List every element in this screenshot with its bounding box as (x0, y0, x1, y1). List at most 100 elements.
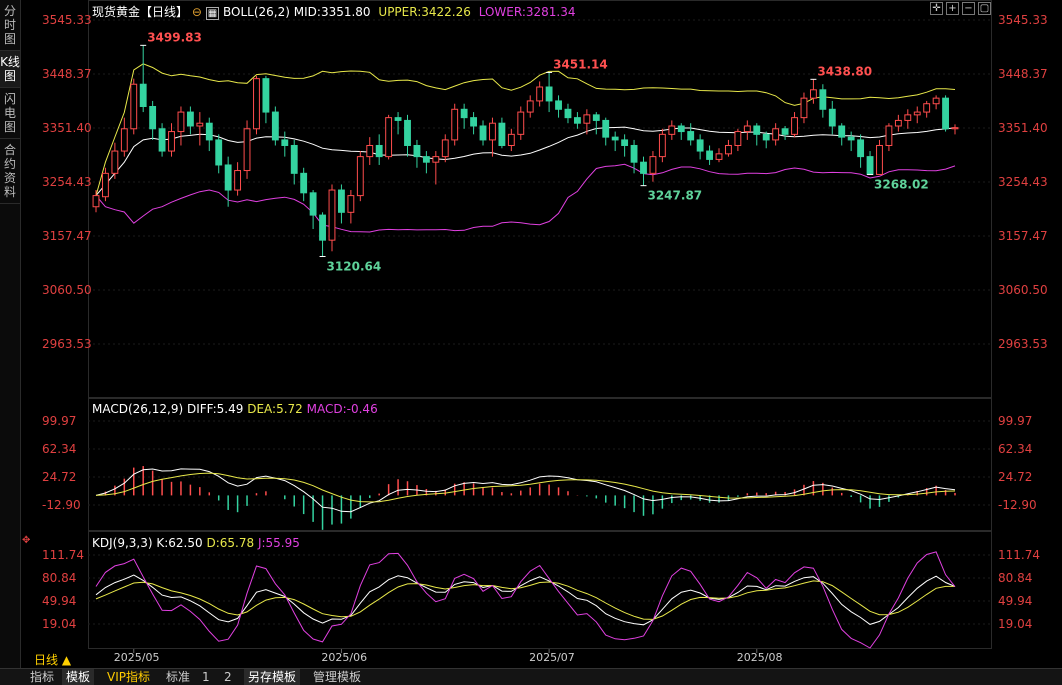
candle-body (460, 108, 468, 119)
candle-body (470, 117, 478, 127)
candle-body (951, 127, 959, 130)
kdj-axis-label-left: 111.74 (42, 548, 84, 562)
candle-body (932, 97, 940, 105)
boll-mid: MID:3351.80 (293, 5, 371, 19)
candle-body (224, 164, 232, 191)
price-axis-label-right: 3351.40 (998, 121, 1048, 135)
candle-body (640, 161, 647, 174)
price-axis-label-left: 3545.33 (42, 13, 92, 27)
kdj-j: J:55.95 (257, 536, 300, 550)
month-label: 2025/05 (114, 651, 160, 664)
kdj-settings-icon[interactable]: ✥ (22, 535, 30, 546)
candle-body (149, 106, 157, 130)
tab-manage-template[interactable]: 管理模板 (309, 669, 365, 685)
macd-axis-label-right: 99.97 (998, 414, 1032, 428)
candle-body (309, 192, 317, 216)
candle-body (904, 114, 912, 121)
kline-chart[interactable]: 3545.33 3545.33 3448.37 3448.37 3351.40 3351.… (0, 0, 1062, 668)
candle-body (271, 111, 279, 141)
macd-axis-label-right: 24.72 (998, 470, 1032, 484)
candle-body (498, 122, 506, 146)
candle-body (338, 189, 345, 213)
candle-body (422, 156, 430, 163)
zoom-out-icon[interactable]: − (962, 2, 975, 15)
price-axis-label-left: 3157.47 (42, 229, 92, 243)
tab-vip-indicators[interactable]: VIP指标 (103, 669, 154, 685)
macd-axis-label-left: 24.72 (42, 470, 76, 484)
candle-body (177, 111, 185, 133)
candle-body (281, 139, 289, 146)
candle-body (489, 122, 496, 141)
restore-icon[interactable]: ▢ (978, 2, 991, 15)
tab-1[interactable]: 1 (198, 669, 214, 685)
tab-template[interactable]: 模板 (62, 669, 95, 685)
price-axis-label-right: 2963.53 (998, 337, 1048, 351)
macd-axis-label-left: 62.34 (42, 442, 76, 456)
candle-body (734, 131, 742, 146)
price-axis-label-right: 3157.47 (998, 229, 1048, 243)
indicator-box-icon[interactable]: ▦ (205, 7, 220, 20)
candle-body (668, 125, 676, 135)
tab-standard[interactable]: 标准 (162, 669, 194, 685)
month-label: 2025/07 (529, 651, 575, 664)
candle-body (375, 144, 383, 158)
candle-body (413, 144, 421, 158)
candle-body (517, 111, 525, 135)
candle-body (602, 119, 610, 138)
candle-body (677, 125, 685, 133)
candle-body (791, 117, 798, 135)
bottom-toolbar: 指标 模板 VIP指标 标准 1 2 另存模板 管理模板 (0, 668, 1062, 685)
tab-indicators[interactable]: 指标 (26, 669, 58, 685)
settings-icon[interactable]: ⊖ (192, 5, 202, 19)
kdj-axis-label-left: 49.94 (42, 594, 76, 608)
macd-axis-label-left: 99.97 (42, 414, 76, 428)
candle-body (394, 117, 402, 121)
candle-body (243, 128, 251, 172)
price-annotation: 3438.80 (817, 64, 872, 78)
boll-name: BOLL(26,2) (223, 5, 290, 19)
candle-body (866, 156, 874, 175)
macd-axis-label-left: -12.90 (42, 498, 81, 512)
boll-header: 现货黄金【日线】 ⊖ ▦ BOLL(26,2) MID:3351.80 UPPE… (92, 3, 576, 20)
candle-body (526, 100, 534, 113)
candle-body (432, 156, 440, 163)
candle-body (621, 139, 629, 146)
candle-body (753, 125, 761, 135)
candle-body (385, 117, 393, 158)
candle-body (536, 86, 544, 102)
boll-upper: UPPER:3422.26 (378, 5, 471, 19)
price-annotation: 3247.87 (647, 189, 702, 203)
macd-dea: DEA:5.72 (247, 402, 303, 416)
kdj-axis-label-left: 80.84 (42, 571, 76, 585)
kdj-axis-label-right: 19.04 (998, 617, 1032, 631)
candle-body (545, 86, 553, 102)
candle-body (507, 133, 515, 146)
tab-save-template[interactable]: 另存模板 (244, 669, 301, 685)
candle-body (913, 111, 921, 116)
candle-body (555, 100, 562, 110)
macd-value: MACD:-0.46 (306, 402, 378, 416)
macd-header: MACD(26,12,9) DIFF:5.49 DEA:5.72 MACD:-0… (92, 402, 378, 416)
macd-diff: DIFF:5.49 (186, 402, 244, 416)
zoom-in-icon[interactable]: + (946, 2, 959, 15)
instrument-title: 现货黄金【日线】 (92, 5, 189, 19)
candle-body (715, 153, 723, 160)
price-axis-label-right: 3448.37 (998, 67, 1048, 81)
price-axis-label-left: 3254.43 (42, 175, 92, 189)
candle-body (781, 128, 789, 135)
candle-body (592, 114, 600, 121)
kdj-k: K:62.50 (156, 536, 203, 550)
candle-body (564, 108, 572, 119)
candle-body (687, 131, 695, 141)
crosshair-icon[interactable]: ✛ (930, 2, 943, 15)
period-label[interactable]: 日线 ▲ (34, 651, 71, 668)
kdj-axis-label-left: 19.04 (42, 617, 76, 631)
price-axis-label-left: 3448.37 (42, 67, 92, 81)
kdj-d: D:65.78 (206, 536, 255, 550)
candle-body (857, 139, 865, 158)
candle-body (130, 83, 138, 130)
kdj-name: KDJ(9,3,3) (92, 536, 153, 550)
tab-2[interactable]: 2 (220, 669, 236, 685)
period-text: 日线 (34, 653, 59, 667)
candle-body (706, 150, 713, 160)
